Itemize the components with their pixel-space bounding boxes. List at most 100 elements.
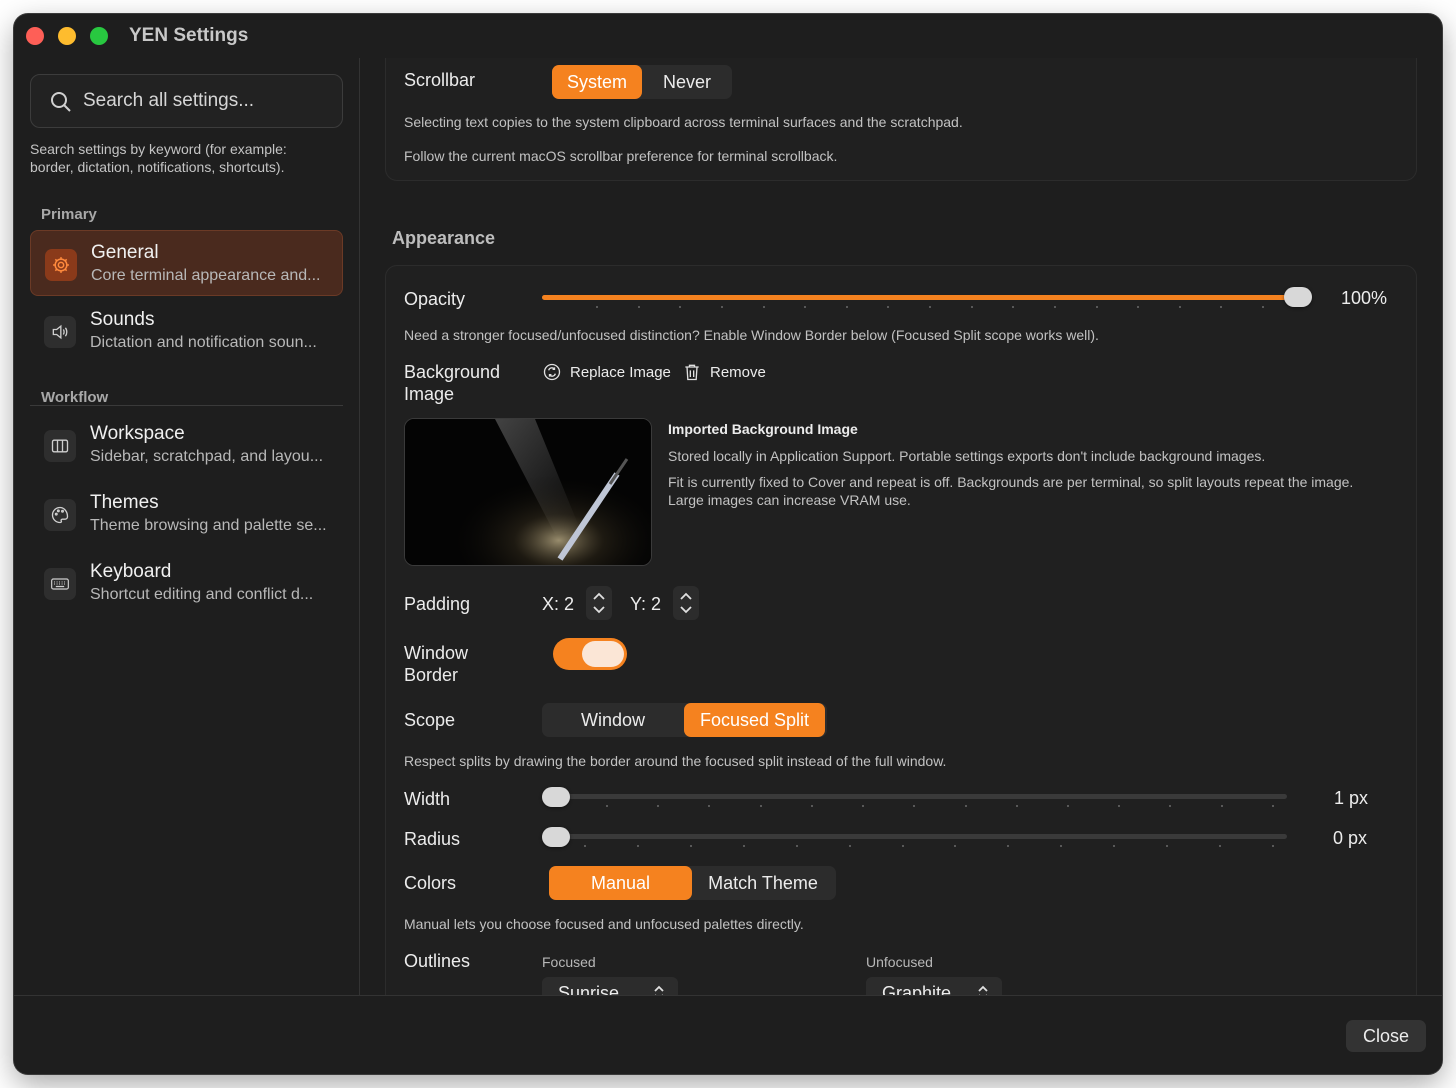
focused-outline-value: Sunrise: [558, 982, 620, 996]
background-image-title: Imported Background Image: [668, 421, 858, 437]
slider-tick: [954, 845, 957, 847]
sidebar-item-general[interactable]: General Core terminal appearance and...: [30, 230, 343, 296]
slider-tick: [1220, 805, 1223, 807]
colors-option-manual[interactable]: Manual: [549, 866, 692, 900]
slider-tick: [1137, 306, 1140, 308]
clipboard-help-text: Selecting text copies to the system clip…: [404, 114, 963, 130]
radius-slider[interactable]: [542, 834, 1287, 839]
slider-tick: [657, 805, 660, 807]
width-label: Width: [404, 789, 451, 809]
toggle-knob: [582, 641, 624, 667]
sidebar-item-title: General: [91, 242, 159, 263]
colors-segmented-control[interactable]: Manual Match Theme: [549, 866, 836, 900]
scrollbar-label: Scrollbar: [404, 70, 476, 90]
scope-option-focused-split[interactable]: Focused Split: [684, 703, 825, 737]
slider-tick: [901, 845, 904, 847]
width-value: 1 px: [1334, 788, 1369, 808]
search-box[interactable]: [30, 74, 343, 128]
zoom-window-button[interactable]: [90, 27, 108, 45]
slider-tick: [637, 306, 640, 308]
background-image-fit-note: Fit is currently fixed to Cover and repe…: [668, 474, 1354, 508]
speaker-icon: [44, 316, 76, 348]
slider-tick: [1053, 306, 1056, 308]
slider-tick: [679, 306, 682, 308]
slider-tick: [1012, 306, 1015, 308]
remove-image-button[interactable]: Remove: [682, 362, 766, 382]
background-image-preview: [404, 418, 652, 566]
unfocused-outline-value: Graphite: [882, 982, 952, 996]
outlines-label: Outlines: [404, 951, 471, 971]
replace-image-button[interactable]: Replace Image: [542, 362, 671, 382]
slider-tick: [1118, 805, 1121, 807]
slider-tick: [636, 845, 639, 847]
slider-tick: [1262, 306, 1264, 308]
sidebar-item-themes[interactable]: Themes Theme browsing and palette se...: [30, 481, 343, 547]
width-slider-knob[interactable]: [542, 787, 570, 807]
slider-tick: [1271, 845, 1274, 847]
padding-y-stepper[interactable]: [673, 586, 699, 620]
minimize-window-button[interactable]: [58, 27, 76, 45]
slider-tick: [795, 845, 798, 847]
slider-tick: [1220, 306, 1223, 308]
replace-image-label: Replace Image: [570, 363, 671, 381]
trash-icon: [685, 364, 699, 381]
sidebar-item-sounds[interactable]: Sounds Dictation and notification soun..…: [30, 298, 343, 364]
radius-value: 0 px: [1333, 828, 1368, 848]
width-slider[interactable]: [542, 794, 1287, 799]
background-image-label: Background Image: [404, 362, 501, 404]
settings-content[interactable]: Scrollbar System Never Selecting text co…: [361, 58, 1442, 995]
primary-section-label: Primary: [41, 206, 97, 223]
sidebar: Search settings by keyword (for example:…: [14, 58, 360, 995]
scope-segmented-control[interactable]: Window Focused Split: [542, 703, 827, 737]
slider-tick: [913, 805, 916, 807]
slider-tick: [584, 845, 586, 847]
slider-tick: [1219, 845, 1222, 847]
window-border-toggle[interactable]: [553, 638, 627, 670]
slider-tick: [1060, 845, 1063, 847]
opacity-slider[interactable]: [542, 295, 1304, 300]
scrollbar-segmented-control[interactable]: System Never: [552, 65, 732, 99]
appearance-card: Opacity 100% Need a stronger focused/unf…: [385, 265, 1417, 995]
scrollbar-option-system[interactable]: System: [552, 65, 642, 99]
opacity-ticks: [596, 306, 1264, 308]
slider-tick: [1178, 306, 1181, 308]
close-button[interactable]: Close: [1346, 1020, 1426, 1052]
focused-outline-select[interactable]: Sunrise: [542, 977, 678, 995]
sidebar-item-workspace[interactable]: Workspace Sidebar, scratchpad, and layou…: [30, 412, 343, 478]
scope-help-text: Respect splits by drawing the border aro…: [404, 753, 947, 769]
slider-tick: [848, 845, 851, 847]
padding-x-value: X: 2: [542, 594, 575, 614]
settings-window: YEN Settings Search settings by keyword …: [14, 14, 1442, 1074]
radius-label: Radius: [404, 829, 461, 849]
slider-tick: [964, 805, 967, 807]
close-window-button[interactable]: [26, 27, 44, 45]
scrollbar-option-never[interactable]: Never: [642, 65, 732, 99]
sidebar-item-subtitle: Sidebar, scratchpad, and layou...: [90, 448, 324, 465]
slider-tick: [1169, 805, 1172, 807]
unfocused-outline-select[interactable]: Graphite: [866, 977, 1002, 995]
sidebar-item-keyboard[interactable]: Keyboard Shortcut editing and conflict d…: [30, 550, 343, 616]
slider-tick: [862, 805, 865, 807]
radius-ticks: [584, 845, 1274, 847]
scope-option-window[interactable]: Window: [542, 703, 684, 737]
width-ticks: [606, 805, 1274, 807]
sidebar-item-title: Workspace: [90, 423, 185, 444]
slider-tick: [887, 306, 890, 308]
slider-tick: [929, 306, 931, 308]
title-bar: YEN Settings: [14, 14, 1442, 58]
padding-y-value: Y: 2: [630, 594, 662, 614]
workflow-section-label: Workflow: [41, 389, 109, 406]
padding-x-stepper[interactable]: [586, 586, 612, 620]
keyboard-icon: [44, 568, 76, 600]
radius-slider-knob[interactable]: [542, 827, 570, 847]
window-title: YEN Settings: [129, 25, 249, 46]
slider-tick: [689, 845, 692, 847]
slider-tick: [762, 306, 765, 308]
unfocused-outline-label: Unfocused: [866, 954, 933, 970]
search-input[interactable]: [83, 75, 333, 127]
colors-option-match-theme[interactable]: Match Theme: [692, 866, 834, 900]
slider-tick: [759, 805, 762, 807]
search-help-text: Search settings by keyword (for example:…: [30, 141, 287, 175]
opacity-slider-knob[interactable]: [1284, 287, 1312, 307]
palette-icon: [44, 499, 76, 531]
